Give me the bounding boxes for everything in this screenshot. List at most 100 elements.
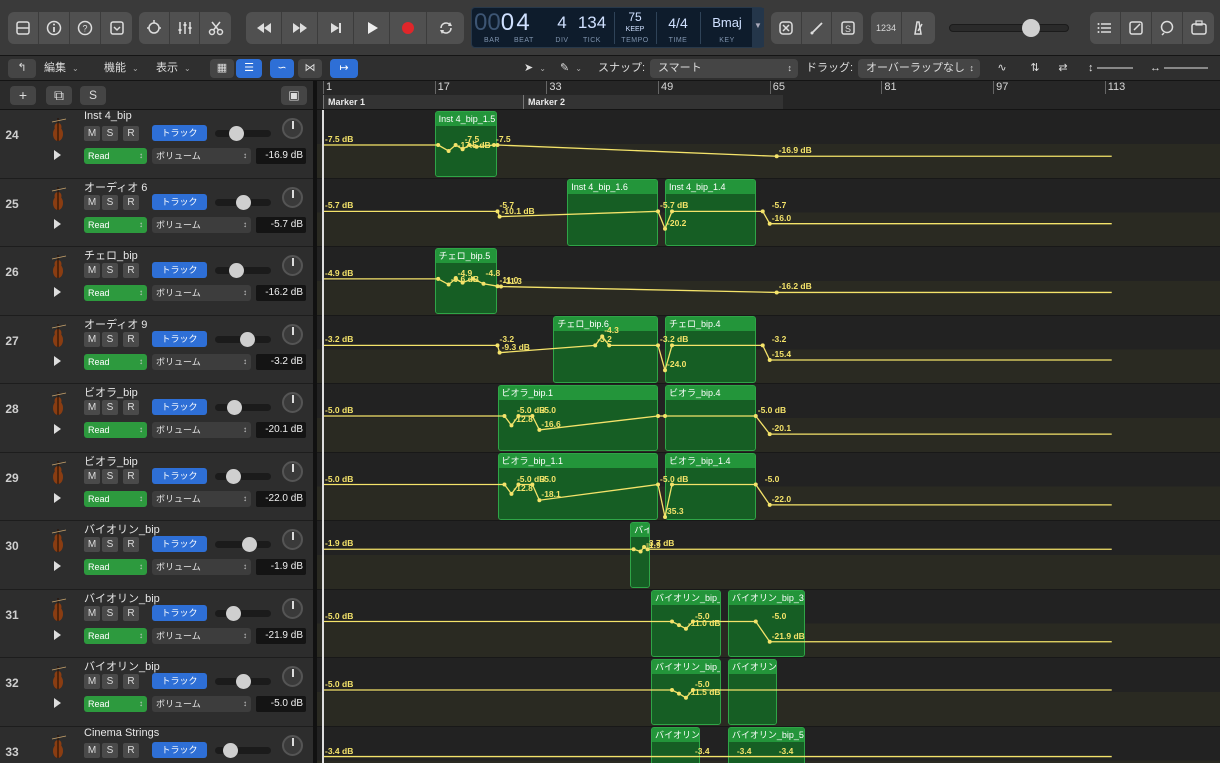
- track-volume-knob[interactable]: [226, 605, 242, 621]
- automation-value[interactable]: -20.1 dB: [256, 422, 306, 438]
- track-automation-button[interactable]: トラック: [152, 330, 207, 347]
- master-volume-slider[interactable]: [949, 24, 1069, 32]
- mute-button[interactable]: M: [84, 537, 100, 552]
- note-pad-icon[interactable]: [1121, 12, 1152, 44]
- tuner-icon[interactable]: [802, 12, 833, 44]
- mixer-icon[interactable]: [170, 12, 201, 44]
- pointer-tool-icon[interactable]: ➤ ⌄: [524, 59, 552, 78]
- track-name[interactable]: Cinema Strings: [84, 727, 159, 739]
- track-volume-knob[interactable]: [226, 468, 242, 484]
- track-name[interactable]: ビオラ_bip: [84, 453, 138, 469]
- track-header[interactable]: 28 ビオラ_bip M S R トラック Read ↕ ボリューム ↕ -20.1…: [0, 384, 313, 453]
- automation-parameter-select[interactable]: ボリューム ↕: [152, 285, 251, 301]
- fast-forward-icon[interactable]: [282, 12, 318, 44]
- horizontal-zoom-slider[interactable]: ↔: [1150, 59, 1216, 78]
- pan-knob[interactable]: [282, 734, 303, 756]
- automation-mode-select[interactable]: Read ↕: [84, 559, 147, 575]
- inspector-icon[interactable]: [39, 12, 70, 44]
- function-menu[interactable]: 機能 ⌄: [104, 59, 148, 78]
- track-name[interactable]: チェロ_bip: [84, 247, 138, 263]
- automation-node[interactable]: [481, 281, 486, 286]
- track-automation-button[interactable]: トラック: [152, 399, 207, 415]
- track-name[interactable]: バイオリン_bip: [84, 658, 160, 674]
- record-enable-button[interactable]: R: [123, 742, 139, 758]
- scissors-icon[interactable]: [200, 12, 231, 44]
- automation-line[interactable]: [323, 278, 1112, 294]
- automation-node[interactable]: [670, 619, 674, 624]
- automation-parameter-select[interactable]: ボリューム ↕: [152, 627, 251, 644]
- pan-knob[interactable]: [282, 323, 303, 345]
- automation-line[interactable]: [323, 483, 1112, 518]
- automation-node[interactable]: [502, 482, 507, 487]
- automation-mode-select[interactable]: Read ↕: [84, 148, 147, 164]
- disclosure-triangle-icon[interactable]: [54, 218, 61, 229]
- record-enable-button[interactable]: R: [123, 194, 139, 210]
- automation-mode-select[interactable]: Read ↕: [84, 490, 147, 507]
- automation-value[interactable]: -21.9 dB: [256, 627, 306, 644]
- pan-knob[interactable]: [282, 186, 303, 208]
- track-header-options-icon[interactable]: ▣: [281, 86, 307, 105]
- track-name[interactable]: バイオリン_bip: [84, 590, 160, 606]
- toolbar-toggle-icon[interactable]: [101, 12, 132, 44]
- pan-knob[interactable]: [282, 529, 303, 550]
- track-name[interactable]: オーディオ 9: [84, 316, 147, 332]
- automation-mode-select[interactable]: Read ↕: [84, 422, 147, 438]
- mute-button[interactable]: M: [84, 400, 100, 415]
- mute-button[interactable]: M: [84, 331, 100, 347]
- record-enable-button[interactable]: R: [123, 126, 139, 141]
- mute-button[interactable]: M: [84, 674, 100, 689]
- mute-button[interactable]: M: [84, 605, 100, 621]
- marker[interactable]: Marker 2: [523, 95, 783, 109]
- automation-value[interactable]: -5.0 dB: [256, 696, 306, 712]
- smart-controls-icon[interactable]: [139, 12, 170, 44]
- solo-button[interactable]: S: [102, 263, 118, 278]
- disclosure-triangle-icon[interactable]: [54, 561, 61, 571]
- automation-value[interactable]: -5.7 dB: [256, 216, 306, 233]
- track-name[interactable]: Inst 4_bip: [84, 110, 132, 122]
- track-header[interactable]: 27 オーディオ 9 M S R トラック Read ↕ ボリューム ↕ -3.2 …: [0, 315, 313, 384]
- automation-node[interactable]: [676, 623, 681, 628]
- track-automation-button[interactable]: トラック: [152, 604, 207, 621]
- view-menu[interactable]: 表示 ⌄: [156, 59, 202, 78]
- automation-parameter-select[interactable]: ボリューム ↕: [152, 490, 251, 507]
- list-view-icon[interactable]: ☰: [236, 59, 262, 78]
- automation-node[interactable]: [760, 209, 765, 214]
- browser-icon[interactable]: [1183, 12, 1214, 44]
- solo-button[interactable]: S: [102, 126, 118, 141]
- pan-knob[interactable]: [282, 666, 303, 687]
- automation-value[interactable]: -22.0 dB: [256, 490, 306, 507]
- automation-parameter-select[interactable]: ボリューム ↕: [152, 696, 251, 712]
- drag-select[interactable]: オーバーラップなし ↕: [858, 59, 980, 78]
- track-header[interactable]: 26 チェロ_bip M S R トラック Read ↕ ボリューム ↕ -16.2…: [0, 247, 313, 316]
- list-editors-icon[interactable]: [1090, 12, 1121, 44]
- disclosure-triangle-icon[interactable]: [54, 629, 61, 640]
- track-header[interactable]: 24 Inst 4_bip M S R トラック Read ↕ ボリューム ↕ -1…: [0, 110, 313, 179]
- vertical-zoom-slider[interactable]: ↕: [1088, 59, 1144, 78]
- track-automation-button[interactable]: トラック: [152, 125, 207, 141]
- quick-help-icon[interactable]: ?: [70, 12, 101, 44]
- waveform-zoom-icon[interactable]: ∿: [990, 59, 1014, 78]
- automation-mode-select[interactable]: Read ↕: [84, 353, 147, 370]
- track-automation-button[interactable]: トラック: [152, 467, 207, 484]
- track-automation-button[interactable]: トラック: [152, 741, 207, 758]
- lcd-display[interactable]: 000 BAR 4 BEAT 4 DIV 134 TICK 75 KEEP TE…: [471, 7, 764, 48]
- automation-value[interactable]: -16.9 dB: [256, 148, 306, 164]
- arrange-area[interactable]: Inst 4_bip_1.5 Inst 4_bip_1.6 Inst 4_bip_1…: [317, 110, 1220, 763]
- disclosure-triangle-icon[interactable]: [54, 355, 61, 366]
- solo-button[interactable]: S: [102, 605, 118, 621]
- lcd-dropdown[interactable]: ▼: [752, 8, 764, 47]
- count-in-button[interactable]: 1234: [871, 12, 902, 44]
- flex-icon[interactable]: ⋈: [298, 59, 322, 78]
- automation-node[interactable]: [760, 343, 765, 348]
- solo-button[interactable]: S: [102, 674, 118, 689]
- disclosure-triangle-icon[interactable]: [54, 287, 61, 297]
- automation-parameter-select[interactable]: ボリューム ↕: [152, 216, 251, 233]
- record-enable-button[interactable]: R: [123, 605, 139, 621]
- marker[interactable]: Marker 1: [323, 95, 523, 109]
- record-enable-button[interactable]: R: [123, 537, 139, 552]
- go-to-end-icon[interactable]: [318, 12, 354, 44]
- track-header[interactable]: 29 ビオラ_bip M S R トラック Read ↕ ボリューム ↕ -22.0…: [0, 452, 313, 521]
- duplicate-track-icon[interactable]: ⧉: [46, 86, 72, 105]
- automation-value[interactable]: -16.2 dB: [256, 285, 306, 301]
- horizontal-fit-icon[interactable]: ⇄: [1052, 59, 1074, 78]
